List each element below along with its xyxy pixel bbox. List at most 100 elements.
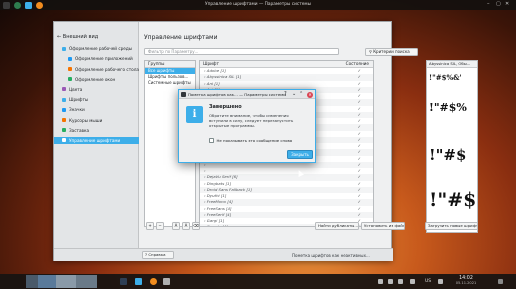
delete-font-button[interactable]: ⌫ — [192, 222, 200, 230]
sidebar-item-label: Оформление рабочей среды — [69, 46, 133, 52]
sidebar-item-label: Управление шрифтами — [69, 137, 121, 143]
sidebar-item-icon — [62, 107, 66, 112]
font-name: Droid Sans Fallback [1] — [206, 186, 252, 192]
sidebar-item[interactable]: Цвета — [54, 86, 139, 93]
find-duplicates-button[interactable]: Найти дубликаты... — [315, 222, 359, 230]
dialog-heading: Завершено — [209, 104, 242, 110]
font-enabled-check-icon: ✓ — [357, 99, 361, 105]
font-name: DejaVu Serif [6] — [206, 174, 238, 180]
dialog-message: Обратите внимание, чтобы изменения вступ… — [209, 113, 294, 128]
sidebar-item[interactable]: Значки — [54, 106, 139, 113]
desktop-3[interactable] — [56, 275, 76, 288]
page-title: Управление шрифтами — [144, 34, 218, 41]
font-enabled-check-icon: ✓ — [357, 86, 361, 92]
desktop-4[interactable] — [76, 275, 97, 288]
preview-sample-4: !"#$ — [429, 189, 477, 211]
fonts-header: Шрифт Состояние — [200, 61, 373, 68]
remove-group-button[interactable]: − — [156, 222, 164, 230]
minimize-icon[interactable]: – — [487, 1, 490, 7]
dont-show-again[interactable]: Не показывать это сообщение снова — [209, 138, 292, 143]
preview-header: Abyssinica SIL, Обы... — [427, 61, 477, 68]
download-new-fonts-button[interactable]: Загрузить новые шрифты... — [425, 222, 478, 230]
close-icon[interactable]: ✕ — [505, 1, 509, 7]
sidebar-back[interactable]: ← Внешний вид — [57, 34, 98, 40]
font-name: Dingbats [1] — [206, 180, 231, 186]
tray-updates-icon[interactable] — [438, 279, 443, 284]
font-enabled-check-icon: ✓ — [357, 205, 361, 211]
taskbar-firefox-icon[interactable] — [150, 278, 157, 285]
font-name: FreeSans [4] — [206, 205, 232, 211]
tray-clipboard-icon[interactable] — [378, 279, 383, 284]
sidebar-item-label: Значки — [69, 107, 85, 113]
font-name: FreeSerif [4] — [206, 211, 232, 217]
dialog-maximize-icon[interactable]: ⌃ — [299, 91, 303, 97]
dialog-minimize-icon[interactable]: ⌄ — [292, 91, 296, 97]
sidebar-item-icon — [62, 128, 66, 133]
font-name: Adobe [1] — [206, 68, 226, 73]
search-input[interactable]: Фильтр по Параметру... — [144, 48, 339, 55]
tray-volume-icon[interactable] — [410, 279, 415, 284]
status-hint: Пометка шрифтов как неактивных... — [292, 253, 370, 258]
info-icon: i — [186, 106, 203, 123]
font-enabled-check-icon: ✓ — [357, 155, 361, 161]
sidebar: ← Внешний вид Оформление рабочей среды Оф… — [54, 22, 139, 261]
taskbar-window-icon[interactable] — [163, 278, 170, 285]
criteria-button[interactable]: ⚲ Критерии поиска — [365, 47, 418, 56]
font-enabled-check-icon: ✓ — [357, 180, 361, 186]
dialog-close-icon[interactable]: ✕ — [307, 91, 313, 98]
font-enabled-check-icon: ✓ — [357, 174, 361, 180]
sidebar-item[interactable]: Заставка — [54, 127, 139, 134]
sidebar-item-label: Заставка — [69, 127, 90, 133]
sidebar-item[interactable]: Оформление рабочего стола — [54, 65, 139, 72]
sidebar-item-label: Цвета — [69, 86, 83, 92]
desktop-1[interactable] — [26, 275, 38, 288]
dont-show-checkbox[interactable] — [209, 138, 214, 143]
sidebar-item-icon — [68, 67, 72, 72]
sidebar-item-icon — [62, 46, 66, 51]
sidebar-item-label: Курсоры мыши — [69, 117, 103, 123]
sidebar-item[interactable]: Курсоры мыши — [54, 116, 139, 123]
back-arrow-icon[interactable]: ← — [57, 34, 61, 40]
font-enabled-check-icon: ✓ — [357, 124, 361, 130]
help-button[interactable]: ? Справка — [142, 251, 174, 259]
sidebar-item[interactable]: Оформление рабочей среды — [54, 45, 139, 52]
sidebar-item[interactable]: Шрифты — [54, 96, 139, 103]
tray-network-icon[interactable] — [388, 279, 393, 284]
top-panel: Управление шрифтами — Параметры системы … — [0, 0, 516, 10]
maximize-icon[interactable]: ▢ — [496, 1, 501, 7]
show-desktop-icon[interactable] — [498, 279, 503, 284]
font-name: Dyuthi [1] — [206, 193, 227, 198]
sidebar-item[interactable]: Оформление приложений — [54, 55, 139, 62]
font-enabled-check-icon: ✓ — [357, 80, 361, 86]
sidebar-item[interactable]: Оформление окон — [54, 76, 139, 83]
desktop-2[interactable] — [38, 275, 56, 288]
taskbar-app-settings-icon[interactable] — [120, 278, 127, 285]
completion-dialog: Пометка шрифтов как… — Параметры системы… — [178, 89, 316, 163]
font-name: Ani [1] — [206, 80, 220, 86]
sidebar-item-label: Оформление приложений — [75, 56, 133, 62]
enable-font-button[interactable]: A — [172, 222, 180, 230]
group-item[interactable]: Системные шрифты — [145, 80, 195, 86]
font-enabled-check-icon: ✓ — [357, 136, 361, 142]
font-name: FreeMono [4] — [206, 199, 233, 205]
dialog-help-icon[interactable]: ? — [284, 91, 287, 97]
install-from-file-button[interactable]: Установить из файла... — [361, 222, 405, 230]
sidebar-item-icon — [62, 87, 66, 92]
clock[interactable]: 14:02 05.11.2021 — [455, 276, 477, 286]
font-name: Gargi [1] — [206, 218, 225, 223]
font-enabled-check-icon: ✓ — [357, 143, 361, 148]
sidebar-item-label: Оформление рабочего стола — [75, 66, 139, 72]
taskbar-files-icon[interactable] — [135, 278, 142, 285]
disable-font-button[interactable]: A — [182, 222, 190, 230]
add-group-button[interactable]: + — [146, 222, 154, 230]
font-enabled-check-icon: ✓ — [357, 186, 361, 192]
keyboard-layout[interactable]: US — [425, 279, 431, 284]
font-enabled-check-icon: ✓ — [357, 130, 361, 136]
help-label: Справка — [148, 252, 166, 257]
font-enabled-check-icon: ✓ — [357, 149, 361, 155]
sidebar-item-icon — [62, 138, 66, 143]
tray-bluetooth-icon[interactable] — [398, 279, 403, 284]
sidebar-item[interactable]: Управление шрифтами — [54, 136, 139, 145]
close-dialog-button[interactable]: Закрыть — [287, 150, 313, 159]
clock-date: 05.11.2021 — [455, 281, 477, 285]
